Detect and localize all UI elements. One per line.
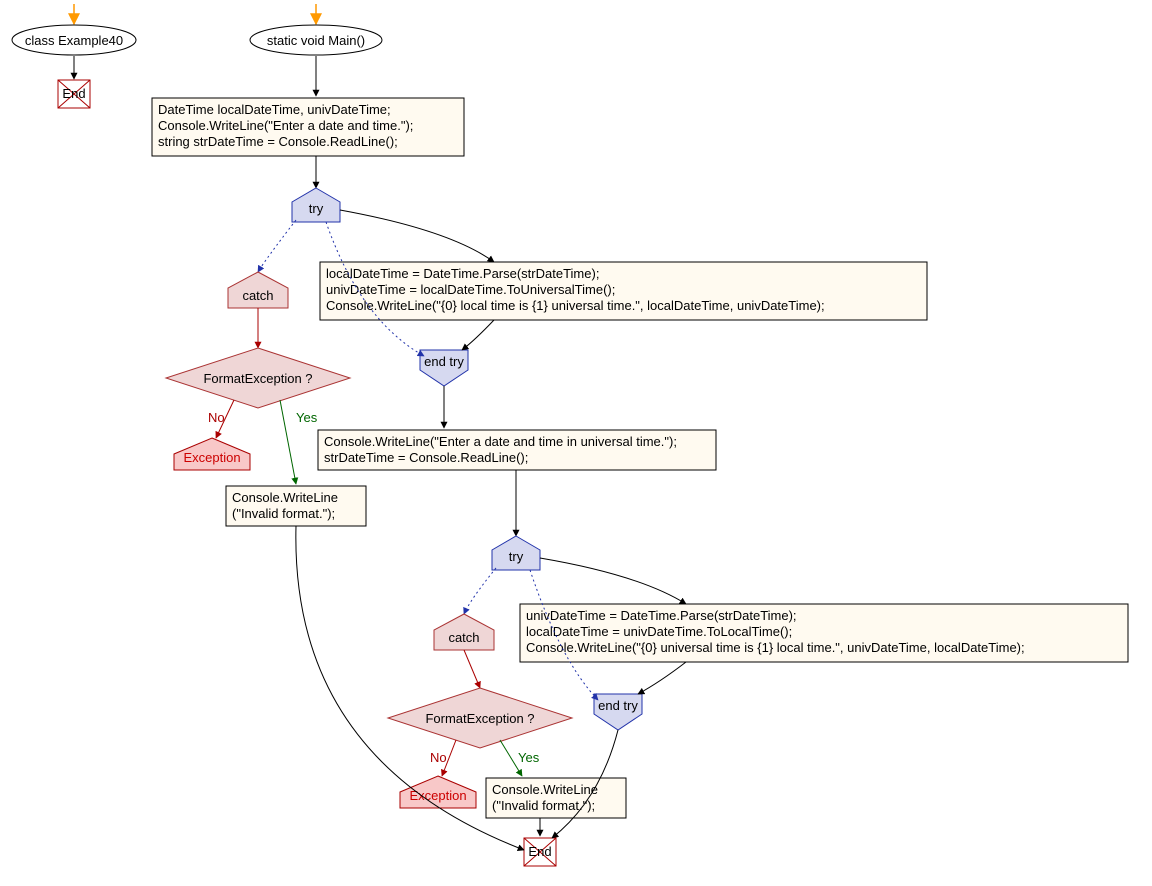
endtry2-label: end try — [598, 698, 638, 713]
tryb1-l1: localDateTime = DateTime.Parse(strDateTi… — [326, 266, 599, 281]
dec1-yes-label: Yes — [296, 410, 318, 425]
endtry1-label: end try — [424, 354, 464, 369]
catch2-to-dec2-edge — [464, 650, 480, 688]
block2-l1: Console.WriteLine("Enter a date and time… — [324, 434, 677, 449]
dec1-label: FormatException ? — [203, 371, 312, 386]
tryb1-l3: Console.WriteLine("{0} local time is {1}… — [326, 298, 825, 313]
dec1-yes-edge — [280, 400, 296, 484]
svg-text:End: End — [62, 86, 85, 101]
catch1-label: catch — [242, 288, 273, 303]
main-label: static void Main() — [267, 33, 365, 48]
svg-text:End: End — [528, 844, 551, 859]
end-terminal-class: End — [58, 80, 90, 108]
try2-to-body-edge — [540, 558, 686, 604]
block2-l2: strDateTime = Console.ReadLine(); — [324, 450, 528, 465]
trybody2-to-endtry2-edge — [638, 662, 686, 694]
catch2-label: catch — [448, 630, 479, 645]
block1-line2: Console.WriteLine("Enter a date and time… — [158, 118, 413, 133]
try1-to-body-edge — [340, 210, 494, 262]
try1-label: try — [309, 201, 324, 216]
cbody1-l2: ("Invalid format."); — [232, 506, 335, 521]
tryb1-l2: univDateTime = localDateTime.ToUniversal… — [326, 282, 615, 297]
dec1-no-label: No — [208, 410, 225, 425]
try2-to-catch2-edge — [464, 568, 496, 614]
block1-line1: DateTime localDateTime, univDateTime; — [158, 102, 391, 117]
try1-to-catch1-edge — [258, 220, 296, 272]
dec2-label: FormatException ? — [425, 711, 534, 726]
cbody1-l1: Console.WriteLine — [232, 490, 338, 505]
tryb2-l2: localDateTime = univDateTime.ToLocalTime… — [526, 624, 792, 639]
tryb2-l3: Console.WriteLine("{0} universal time is… — [526, 640, 1025, 655]
cbody2-l1: Console.WriteLine — [492, 782, 598, 797]
class-label: class Example40 — [25, 33, 123, 48]
tryb2-l1: univDateTime = DateTime.Parse(strDateTim… — [526, 608, 797, 623]
exc2-label: Exception — [409, 788, 466, 803]
end-terminal-main: End — [524, 838, 556, 866]
trybody1-to-endtry1-edge — [462, 320, 494, 350]
block1-line3: string strDateTime = Console.ReadLine(); — [158, 134, 398, 149]
dec2-yes-label: Yes — [518, 750, 540, 765]
dec2-no-label: No — [430, 750, 447, 765]
exc1-label: Exception — [183, 450, 240, 465]
try2-label: try — [509, 549, 524, 564]
